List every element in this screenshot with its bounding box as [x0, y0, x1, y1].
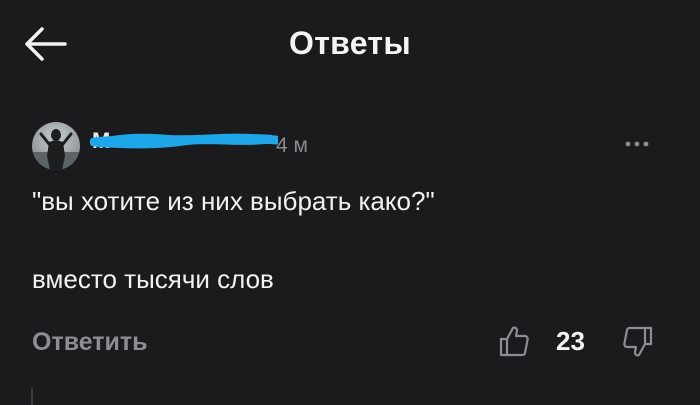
- thumbs-up-icon: [499, 326, 529, 357]
- avatar-image: [32, 129, 80, 170]
- comment-text-line: "вы хотите из них выбрать како?": [32, 186, 435, 216]
- thread-line: [31, 388, 33, 405]
- like-count: 23: [556, 326, 585, 356]
- timestamp: 4 м: [276, 134, 308, 157]
- thumbs-down-icon: [623, 326, 653, 357]
- page-title: Ответы: [289, 25, 411, 61]
- redaction-scribble: [90, 133, 278, 149]
- avatar[interactable]: [32, 122, 80, 170]
- reply-button[interactable]: Ответить: [32, 328, 148, 357]
- comment-text-line: вместо тысячи слов: [32, 264, 274, 294]
- header: Ответы: [0, 0, 700, 88]
- dislike-button[interactable]: [620, 324, 654, 358]
- replies-screen: Ответы M 4 м "вы хотите из них выбрать к…: [0, 0, 700, 405]
- more-options-button[interactable]: [622, 136, 656, 152]
- more-horizontal-icon: [625, 141, 649, 147]
- like-button[interactable]: [498, 324, 530, 358]
